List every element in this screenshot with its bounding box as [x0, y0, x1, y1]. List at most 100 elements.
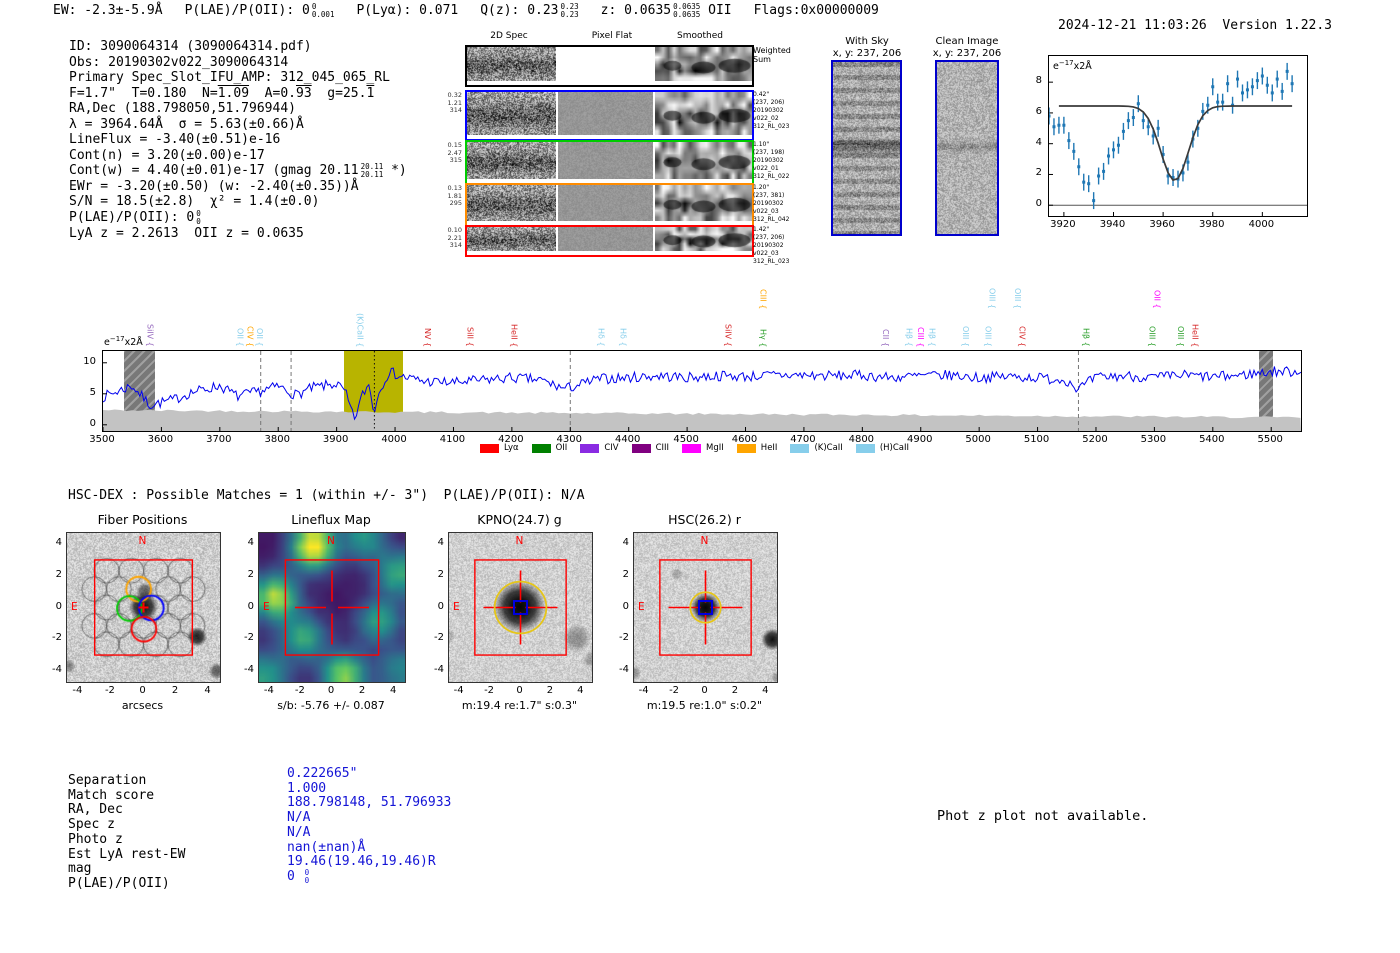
- spectrum-line: [102, 366, 1302, 421]
- line-label-anchor: SiIV {: [721, 0, 735, 347]
- data-point: [1221, 100, 1225, 104]
- cutout-x-tick: -4: [453, 685, 464, 696]
- line-label-anchor: NV {: [420, 0, 434, 347]
- header-meta-gap: [1207, 18, 1223, 33]
- cutout-xlabel-1: s/b: -5.76 +/- 0.087: [277, 699, 385, 712]
- cutout-title-2: KPNO(24.7) g: [477, 512, 562, 527]
- data-point: [1290, 82, 1294, 86]
- clean-image-coords: x, y: 237, 206: [932, 48, 1002, 59]
- hsc-dex-line: HSC-DEX : Possible Matches = 1 (within +…: [68, 488, 585, 503]
- info-line-9: EWr = -3.20(±0.50) (w: -2.40(±0.35))Å: [69, 179, 407, 195]
- data-point: [1087, 182, 1091, 186]
- spectrum-x-tick: 3700: [206, 434, 232, 445]
- cutout-y-tick: 0: [247, 600, 254, 612]
- spectrum-x-tick: 4500: [673, 434, 699, 445]
- line-label-anchor: OIII {: [1010, 0, 1024, 309]
- spec2d-cell-2-0: [467, 142, 556, 179]
- cutout-title-0: Fiber Positions: [97, 512, 188, 527]
- match-row-label-1: Match score: [68, 787, 155, 803]
- highlight-band: [344, 350, 403, 430]
- data-point: [1062, 123, 1066, 127]
- info-text-stack: 20.11 20.11: [361, 163, 384, 179]
- spectrum-x-tick: 5300: [1140, 434, 1167, 445]
- info-line-5: λ = 3964.64Å σ = 5.63(±0.66)Å: [69, 117, 407, 133]
- header-stat-text-stack: 0.0635 0.0635: [673, 3, 700, 19]
- sup-value: 20.11: [360, 162, 384, 171]
- data-point: [1201, 109, 1205, 113]
- spec2d-right-label: 312_RL_022: [753, 173, 790, 180]
- match-value-text: N/A: [287, 810, 311, 826]
- spectrum-x-tick: 3900: [322, 434, 349, 445]
- info-text: Cont(n) = 3.20(±0.00)e-17: [69, 147, 265, 163]
- line-label-anchor: OII {: [253, 0, 267, 347]
- spec2d-cell-2-2: [655, 142, 752, 179]
- spec2d-right-labels-4: 1.42" (237, 206) 20190302 v022_03 312_RL_023: [753, 226, 799, 266]
- spec2d-left-label: 314: [449, 106, 462, 114]
- sup-value: 0: [311, 2, 317, 11]
- spectrum-x-tick: 4900: [907, 434, 933, 445]
- cutout-x-tick: 4: [389, 685, 397, 696]
- header-stat-4: z: 0.0635 0.0635 0.0635 OII: [601, 3, 732, 19]
- fit-plot-x-tick: 3920: [1050, 219, 1076, 230]
- line-label-anchor: Hβ {: [902, 0, 916, 347]
- legend-swatch: [480, 443, 499, 453]
- data-point: [1146, 125, 1150, 129]
- legend-item-mgii: MgII: [682, 443, 724, 453]
- header-stat-text: Q(z): 0.23: [480, 3, 559, 19]
- cutout-y-tick: -4: [619, 663, 629, 675]
- header-stat-text: P(Lyα): 0.071: [356, 3, 459, 19]
- data-point: [1245, 88, 1249, 92]
- match-row-label-0: Separation: [68, 773, 147, 788]
- data-point: [1151, 134, 1155, 138]
- spec2d-left-labels-4: 0.10 2.21 314: [440, 226, 462, 250]
- legend-item-lyα: Lyα: [480, 443, 519, 453]
- line-label-hγ: Hγ {: [758, 328, 768, 347]
- spectrum-y-tick: 5: [89, 386, 96, 398]
- cutout-y-tick: 4: [622, 537, 629, 549]
- spectrum-legend: Lyα OII CIV CIII MgII HeII (K)CaII (H)CaII: [480, 443, 922, 453]
- info-text: *): [383, 163, 407, 179]
- match-value-text-stack: 00: [305, 868, 310, 885]
- line-label-anchor: CII {: [878, 0, 892, 347]
- spec2d-left-labels-3: 0.13 1.81 295: [440, 184, 462, 208]
- line-label-anchor: SiII {: [463, 0, 477, 347]
- spectrum-x-tick: 4200: [498, 434, 524, 445]
- data-point: [1156, 126, 1160, 130]
- cutout-y-tick: 2: [247, 568, 254, 580]
- compass-east: E: [71, 600, 78, 613]
- spec2d-col-header: Pixel Flat: [591, 31, 633, 41]
- sub-value: 20.11: [360, 169, 384, 179]
- line-label-(k)caii: (K)CaII {: [355, 312, 365, 347]
- spectrum-x-tick: 4700: [790, 434, 816, 445]
- info-text: LineFlux = -3.40(±0.51)e-16: [69, 132, 281, 147]
- fit-plot-unit-label: e−17x2Å: [1053, 59, 1092, 72]
- header-stat-text: P(LAE)/P(OII): 0: [184, 3, 310, 19]
- spectrum-x-tick: 4300: [556, 434, 582, 445]
- line-label-hδ: Hδ {: [596, 328, 606, 347]
- data-point: [1231, 103, 1235, 107]
- cutout-canvas-1: [259, 533, 405, 682]
- info-line-12: LyA z = 2.2613 OII z = 0.0635: [69, 226, 407, 242]
- spec2d-right-label: 1.20": [753, 184, 770, 191]
- cutout-box-2: NE: [448, 532, 593, 683]
- elixer-report: EW: -2.3±-5.9Å P(LAE)/P(OII): 0 0 0.001 P(Ly…: [0, 0, 1400, 953]
- legend-label: MgII: [706, 443, 724, 453]
- cutout-x-tick: 2: [358, 685, 366, 696]
- data-point: [1131, 116, 1135, 120]
- data-point: [1171, 176, 1175, 180]
- spec2d-right-labels-3: 1.20" (237, 381) 20190302 v022_03 312_RL_042: [753, 184, 799, 224]
- sub-value: 0.23: [560, 9, 579, 19]
- spec2d-right-label: v022_02: [753, 115, 779, 122]
- data-point: [1241, 91, 1244, 95]
- info-text: RA,Dec (188.798050,51.796944): [69, 101, 296, 116]
- cutout-y-tick: 2: [622, 568, 629, 580]
- spec2d-cell-0-1: [558, 47, 653, 81]
- data-point: [1275, 77, 1279, 81]
- data-point: [1191, 137, 1195, 141]
- cutout-canvas-0: [67, 533, 220, 682]
- compass-east: E: [638, 600, 645, 613]
- line-label-anchor: (K)CaII {: [353, 0, 367, 347]
- data-point: [1280, 89, 1284, 93]
- legend-swatch: [631, 443, 651, 453]
- spec2d-left-label: 295: [449, 199, 462, 207]
